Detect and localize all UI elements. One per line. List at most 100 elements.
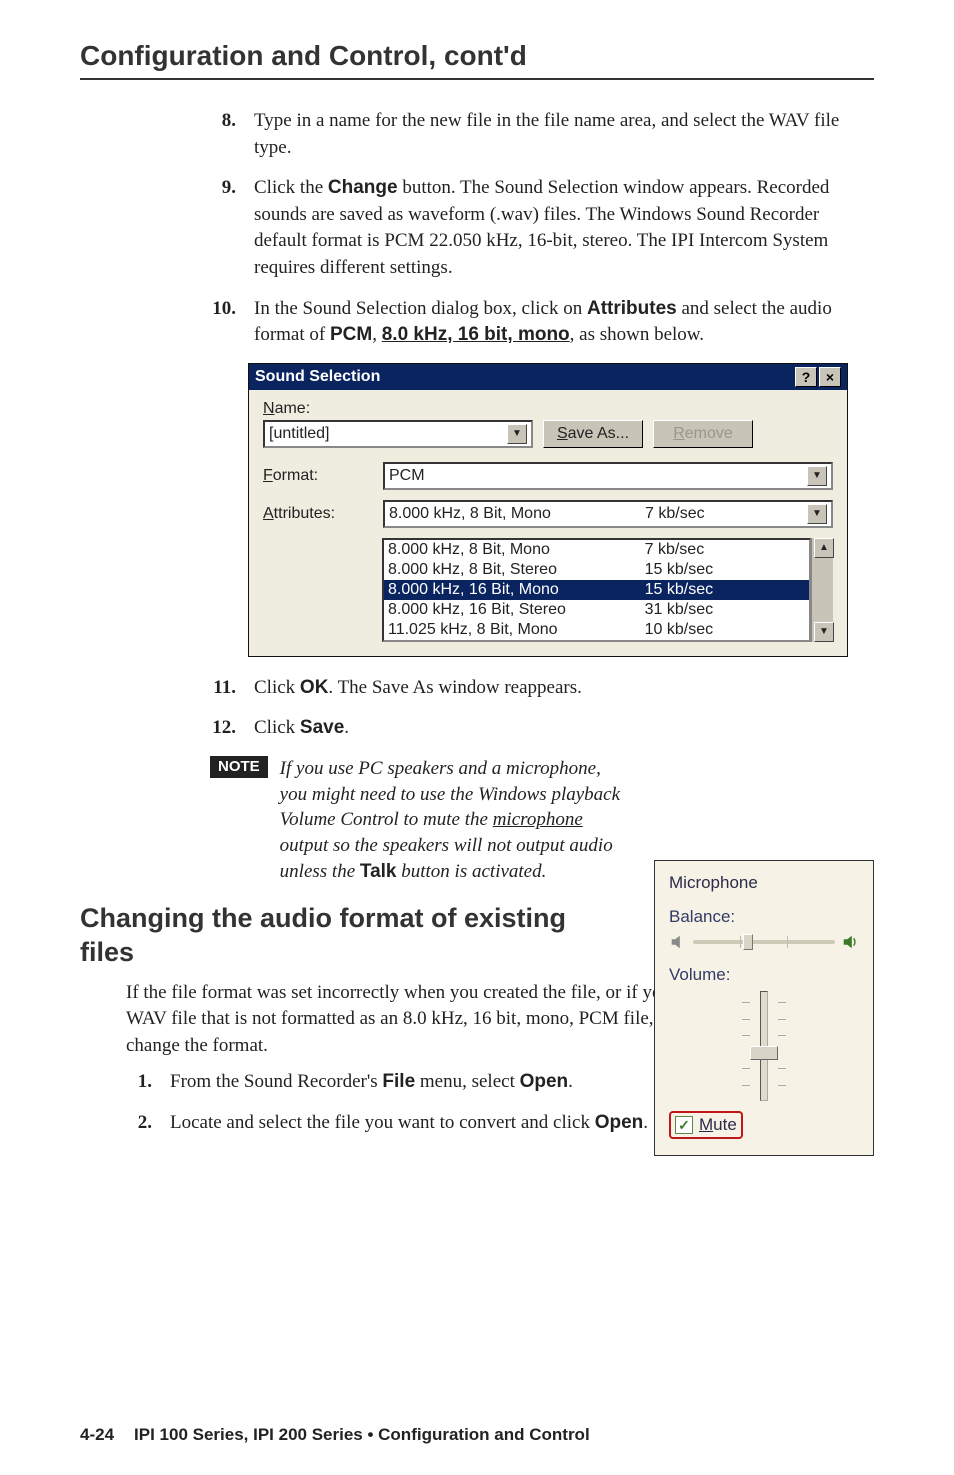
step-num: 8.: [210, 108, 236, 161]
step-num: 9.: [210, 175, 236, 281]
attr-rate: 7 kb/sec: [645, 505, 805, 523]
section-heading: Changing the audio format of existing fi…: [80, 902, 624, 970]
attributes-listbox[interactable]: 8.000 kHz, 8 Bit, Mono7 kb/sec8.000 kHz,…: [382, 538, 811, 642]
remove-button: Remove: [653, 420, 753, 448]
chevron-down-icon[interactable]: ▼: [507, 424, 527, 444]
volume-label: Volume:: [669, 965, 859, 985]
list-item-format: 8.000 kHz, 8 Bit, Stereo: [388, 561, 645, 579]
list-item[interactable]: 11.025 kHz, 8 Bit, Mono10 kb/sec: [384, 620, 809, 640]
sound-selection-dialog: Sound Selection ? × Name: [untitled] ▼ S…: [248, 363, 848, 657]
list-item-format: 8.000 kHz, 8 Bit, Mono: [388, 541, 645, 559]
scrollbar[interactable]: ▲ ▼: [811, 538, 833, 642]
t: , as shown below.: [570, 324, 704, 345]
format-spec: 8.0 kHz, 16 bit, mono: [382, 324, 570, 345]
t: ave As...: [568, 425, 629, 442]
name-value: [untitled]: [269, 425, 505, 443]
mute-checkbox[interactable]: ✓: [675, 1116, 693, 1134]
balance-slider[interactable]: [669, 933, 859, 951]
dialog-titlebar[interactable]: Sound Selection ? ×: [249, 364, 847, 390]
mnemonic: F: [263, 467, 273, 484]
list-item[interactable]: 8.000 kHz, 8 Bit, Mono7 kb/sec: [384, 540, 809, 560]
t: ttributes:: [274, 505, 335, 522]
format-label: Format:: [263, 467, 373, 485]
page-header: Configuration and Control, cont'd: [80, 40, 874, 80]
change-label: Change: [328, 177, 398, 198]
file-menu-label: File: [382, 1071, 415, 1092]
t: Click: [254, 717, 300, 738]
talk-label: Talk: [360, 861, 397, 882]
help-button[interactable]: ?: [795, 367, 817, 387]
t: ormat:: [273, 467, 318, 484]
t: ute: [713, 1115, 737, 1134]
mnemonic: M: [699, 1115, 713, 1134]
open-label: Open: [595, 1112, 644, 1133]
chevron-down-icon[interactable]: ▼: [807, 466, 827, 486]
step-num: 10.: [210, 296, 236, 349]
list-item-rate: 7 kb/sec: [645, 541, 805, 559]
step-num: 11.: [210, 675, 236, 702]
mnemonic: S: [557, 425, 568, 442]
attr-value: 8.000 kHz, 8 Bit, Mono: [389, 505, 645, 523]
list-item-rate: 10 kb/sec: [645, 621, 805, 639]
step-body: Type in a name for the new file in the f…: [254, 108, 874, 161]
list-item-rate: 15 kb/sec: [645, 561, 805, 579]
save-as-button[interactable]: Save As...: [543, 420, 643, 448]
name-label: Name:: [263, 400, 833, 418]
mute-label: Mute: [699, 1115, 737, 1135]
note-badge: NOTE: [210, 756, 268, 778]
attributes-combo[interactable]: 8.000 kHz, 8 Bit, Mono 7 kb/sec ▼: [383, 500, 833, 528]
list-item-format: 8.000 kHz, 16 Bit, Mono: [388, 581, 645, 599]
mnemonic: N: [263, 400, 275, 417]
t: ,: [372, 324, 382, 345]
scroll-down-icon[interactable]: ▼: [814, 622, 834, 642]
speaker-left-icon: [669, 933, 687, 951]
t: menu, select: [415, 1071, 519, 1092]
slider-track[interactable]: [693, 940, 835, 944]
chevron-down-icon[interactable]: ▼: [807, 504, 827, 524]
page-footer: 4-24 IPI 100 Series, IPI 200 Series • Co…: [80, 1425, 874, 1445]
content: 8. Type in a name for the new file in th…: [210, 108, 874, 884]
pcm-label: PCM: [330, 324, 372, 345]
slider-thumb[interactable]: [750, 1046, 778, 1060]
volume-slider[interactable]: [734, 991, 794, 1101]
attributes-label: Attributes: [587, 298, 677, 319]
t: .: [344, 717, 349, 738]
t: Locate and select the file you want to c…: [170, 1112, 595, 1133]
scroll-up-icon[interactable]: ▲: [814, 538, 834, 558]
steps-mid: 11. Click OK. The Save As window reappea…: [210, 675, 874, 742]
microphone-panel: Microphone Balance: Volume: ✓ Mute: [654, 860, 874, 1156]
step-body: Click OK. The Save As window reappears.: [254, 675, 874, 702]
steps-top: 8. Type in a name for the new file in th…: [210, 108, 874, 349]
page-number: 4-24: [80, 1425, 114, 1445]
format-combo[interactable]: PCM ▼: [383, 462, 833, 490]
step-num: 2.: [126, 1110, 152, 1137]
t: In the Sound Selection dialog box, click…: [254, 298, 587, 319]
list-item[interactable]: 8.000 kHz, 16 Bit, Stereo31 kb/sec: [384, 600, 809, 620]
list-item-format: 11.025 kHz, 8 Bit, Mono: [388, 621, 645, 639]
t: Click: [254, 677, 300, 698]
t: From the Sound Recorder's: [170, 1071, 382, 1092]
list-item[interactable]: 8.000 kHz, 16 Bit, Mono15 kb/sec: [384, 580, 809, 600]
mnemonic: R: [673, 425, 685, 442]
t: microphone: [493, 809, 583, 830]
note-text: If you use PC speakers and a microphone,…: [280, 756, 624, 884]
list-item[interactable]: 8.000 kHz, 8 Bit, Stereo15 kb/sec: [384, 560, 809, 580]
name-combo[interactable]: [untitled] ▼: [263, 420, 533, 448]
close-button[interactable]: ×: [819, 367, 841, 387]
mute-row: ✓ Mute: [669, 1111, 859, 1139]
slider-thumb[interactable]: [743, 934, 753, 950]
save-label: Save: [300, 717, 344, 738]
list-item-format: 8.000 kHz, 16 Bit, Stereo: [388, 601, 645, 619]
t: emove: [685, 425, 733, 442]
step-body: Click Save.: [254, 715, 874, 742]
list-item-rate: 31 kb/sec: [645, 601, 805, 619]
step-num: 12.: [210, 715, 236, 742]
t: Click the: [254, 177, 328, 198]
t: button is activated.: [397, 861, 547, 882]
t: .: [568, 1071, 573, 1092]
step-num: 1.: [126, 1069, 152, 1096]
list-item-rate: 15 kb/sec: [645, 581, 805, 599]
format-value: PCM: [389, 467, 805, 485]
mic-title: Microphone: [669, 873, 859, 893]
mute-highlight: ✓ Mute: [669, 1111, 743, 1139]
